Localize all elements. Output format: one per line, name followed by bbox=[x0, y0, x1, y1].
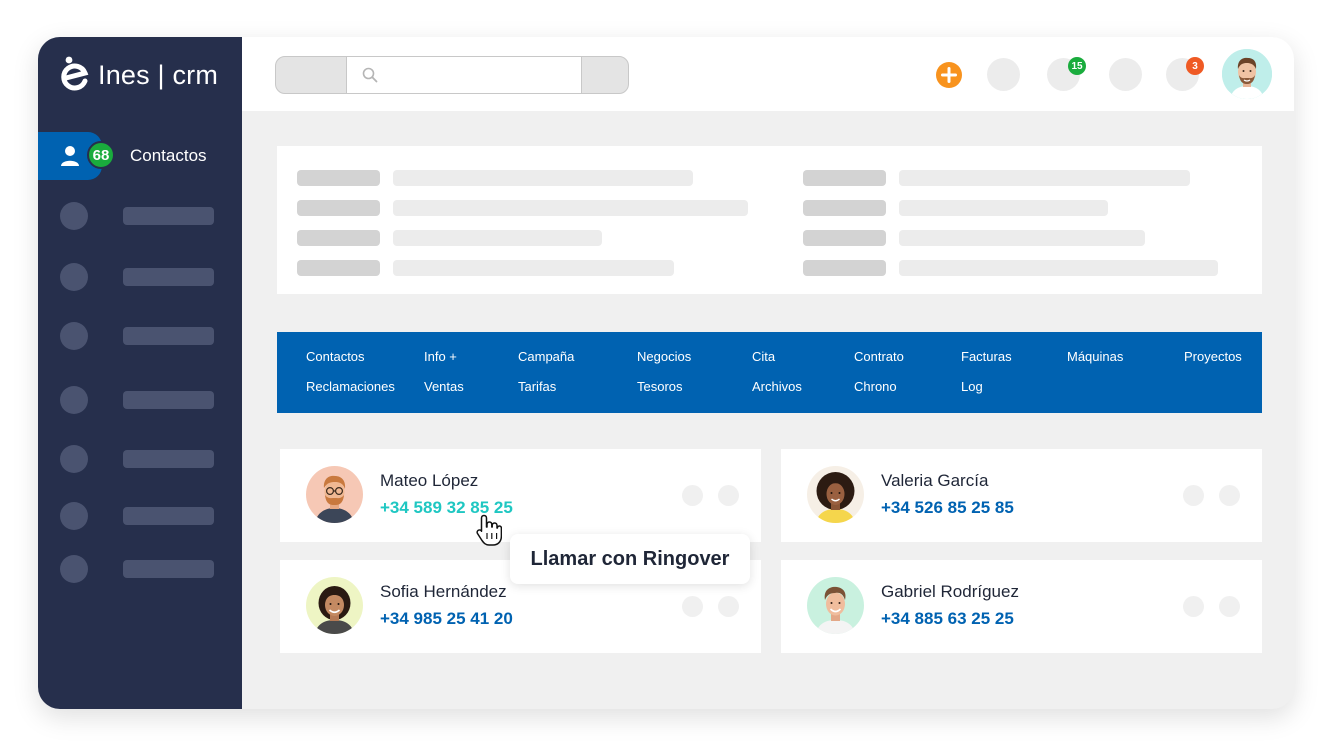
tab-log[interactable]: Log bbox=[961, 379, 983, 394]
sidebar-item-placeholder-icon[interactable] bbox=[60, 202, 88, 230]
contact-name: Gabriel Rodríguez bbox=[881, 582, 1019, 601]
sidebar-item-placeholder-icon[interactable] bbox=[60, 502, 88, 530]
info-label-placeholder bbox=[297, 170, 380, 186]
alerts-badge: 3 bbox=[1186, 57, 1204, 75]
contact-avatar bbox=[807, 577, 864, 634]
tab-maquinas[interactable]: Máquinas bbox=[1067, 349, 1123, 364]
ines-logo-icon bbox=[61, 56, 89, 91]
sidebar-item-placeholder[interactable] bbox=[123, 268, 214, 286]
hand-pointer-icon bbox=[476, 514, 502, 546]
info-value-placeholder bbox=[899, 230, 1145, 246]
sidebar-item-placeholder[interactable] bbox=[123, 207, 214, 225]
tab-proyectos[interactable]: Proyectos bbox=[1184, 349, 1242, 364]
search-input[interactable] bbox=[387, 57, 577, 93]
contact-action-button[interactable] bbox=[1219, 596, 1240, 617]
contact-action-button[interactable] bbox=[718, 596, 739, 617]
contact-card[interactable]: Gabriel Rodríguez +34 885 63 25 25 bbox=[781, 560, 1262, 653]
plus-icon bbox=[941, 67, 957, 83]
app-window: Ines | crm 68 Contactos 15 3 Contactos I… bbox=[38, 37, 1294, 709]
sidebar-item-placeholder-icon[interactable] bbox=[60, 386, 88, 414]
info-value-placeholder bbox=[393, 230, 602, 246]
tab-ventas[interactable]: Ventas bbox=[424, 379, 464, 394]
brand-logo[interactable]: Ines | crm bbox=[60, 55, 218, 95]
contact-phone-link[interactable]: +34 526 85 25 85 bbox=[881, 498, 1014, 518]
search-bar bbox=[275, 56, 629, 94]
brand-name: Ines | crm bbox=[98, 59, 219, 90]
contact-name: Sofia Hernández bbox=[380, 582, 507, 601]
tab-tarifas[interactable]: Tarifas bbox=[518, 379, 556, 394]
sidebar: Ines | crm 68 Contactos bbox=[38, 37, 242, 709]
sidebar-item-placeholder-icon[interactable] bbox=[60, 322, 88, 350]
notifications-badge: 15 bbox=[1068, 57, 1086, 75]
sidebar-item-placeholder[interactable] bbox=[123, 327, 214, 345]
tab-facturas[interactable]: Facturas bbox=[961, 349, 1012, 364]
contact-avatar bbox=[306, 577, 363, 634]
tab-contrato[interactable]: Contrato bbox=[854, 349, 904, 364]
tab-chrono[interactable]: Chrono bbox=[854, 379, 897, 394]
contact-card[interactable]: Valeria García +34 526 85 25 85 bbox=[781, 449, 1262, 542]
contact-action-button[interactable] bbox=[1183, 485, 1204, 506]
info-value-placeholder bbox=[899, 200, 1108, 216]
call-tooltip: Llamar con Ringover bbox=[510, 534, 750, 584]
info-value-placeholder bbox=[393, 200, 748, 216]
info-label-placeholder bbox=[803, 230, 886, 246]
contact-action-button[interactable] bbox=[1219, 485, 1240, 506]
user-icon bbox=[61, 146, 79, 166]
tab-campana[interactable]: Campaña bbox=[518, 349, 574, 364]
tab-contactos[interactable]: Contactos bbox=[306, 349, 365, 364]
sidebar-item-placeholder[interactable] bbox=[123, 507, 214, 525]
info-value-placeholder bbox=[899, 260, 1218, 276]
tab-negocios[interactable]: Negocios bbox=[637, 349, 691, 364]
sidebar-item-label[interactable]: Contactos bbox=[130, 146, 207, 166]
info-value-placeholder bbox=[899, 170, 1190, 186]
info-label-placeholder bbox=[297, 200, 380, 216]
contact-avatar bbox=[807, 466, 864, 523]
search-filter-button[interactable] bbox=[276, 57, 346, 93]
contact-action-button[interactable] bbox=[682, 485, 703, 506]
contact-info-panel bbox=[277, 146, 1262, 294]
search-submit-button[interactable] bbox=[582, 57, 628, 93]
contact-avatar-illustration bbox=[306, 466, 363, 523]
contact-avatar-illustration bbox=[807, 577, 864, 634]
info-label-placeholder bbox=[803, 200, 886, 216]
add-button[interactable] bbox=[936, 62, 962, 88]
info-value-placeholder bbox=[393, 170, 693, 186]
contact-name: Mateo López bbox=[380, 471, 479, 490]
module-tabs: Contactos Info + Campaña Negocios Cita C… bbox=[277, 332, 1262, 413]
info-label-placeholder bbox=[297, 260, 380, 276]
user-avatar-illustration bbox=[1222, 49, 1272, 99]
contact-action-button[interactable] bbox=[682, 596, 703, 617]
info-label-placeholder bbox=[803, 260, 886, 276]
contact-action-button[interactable] bbox=[1183, 596, 1204, 617]
top-bar: 15 3 bbox=[242, 37, 1294, 111]
contact-name: Valeria García bbox=[881, 471, 989, 490]
info-label-placeholder bbox=[297, 230, 380, 246]
info-value-placeholder bbox=[393, 260, 674, 276]
sidebar-item-placeholder[interactable] bbox=[123, 450, 214, 468]
contact-phone-link[interactable]: +34 985 25 41 20 bbox=[380, 609, 513, 629]
tab-info[interactable]: Info + bbox=[424, 349, 457, 364]
contact-avatar-illustration bbox=[306, 577, 363, 634]
tab-reclamaciones[interactable]: Reclamaciones bbox=[306, 379, 395, 394]
contact-card[interactable]: Mateo López +34 589 32 85 25 bbox=[280, 449, 761, 542]
sidebar-item-placeholder-icon[interactable] bbox=[60, 555, 88, 583]
info-label-placeholder bbox=[803, 170, 886, 186]
contact-avatar bbox=[306, 466, 363, 523]
contacts-count-badge: 68 bbox=[87, 141, 115, 169]
tab-tesoros[interactable]: Tesoros bbox=[637, 379, 683, 394]
toolbar-placeholder-button[interactable] bbox=[987, 58, 1020, 91]
tab-archivos[interactable]: Archivos bbox=[752, 379, 802, 394]
sidebar-item-placeholder[interactable] bbox=[123, 391, 214, 409]
search-icon bbox=[362, 67, 378, 83]
sidebar-item-placeholder-icon[interactable] bbox=[60, 263, 88, 291]
sidebar-item-placeholder[interactable] bbox=[123, 560, 214, 578]
contact-action-button[interactable] bbox=[718, 485, 739, 506]
contact-phone-link[interactable]: +34 885 63 25 25 bbox=[881, 609, 1014, 629]
toolbar-placeholder-button[interactable] bbox=[1109, 58, 1142, 91]
sidebar-item-placeholder-icon[interactable] bbox=[60, 445, 88, 473]
user-avatar[interactable] bbox=[1222, 49, 1272, 99]
tab-cita[interactable]: Cita bbox=[752, 349, 775, 364]
search-field bbox=[346, 57, 582, 93]
contact-avatar-illustration bbox=[807, 466, 864, 523]
